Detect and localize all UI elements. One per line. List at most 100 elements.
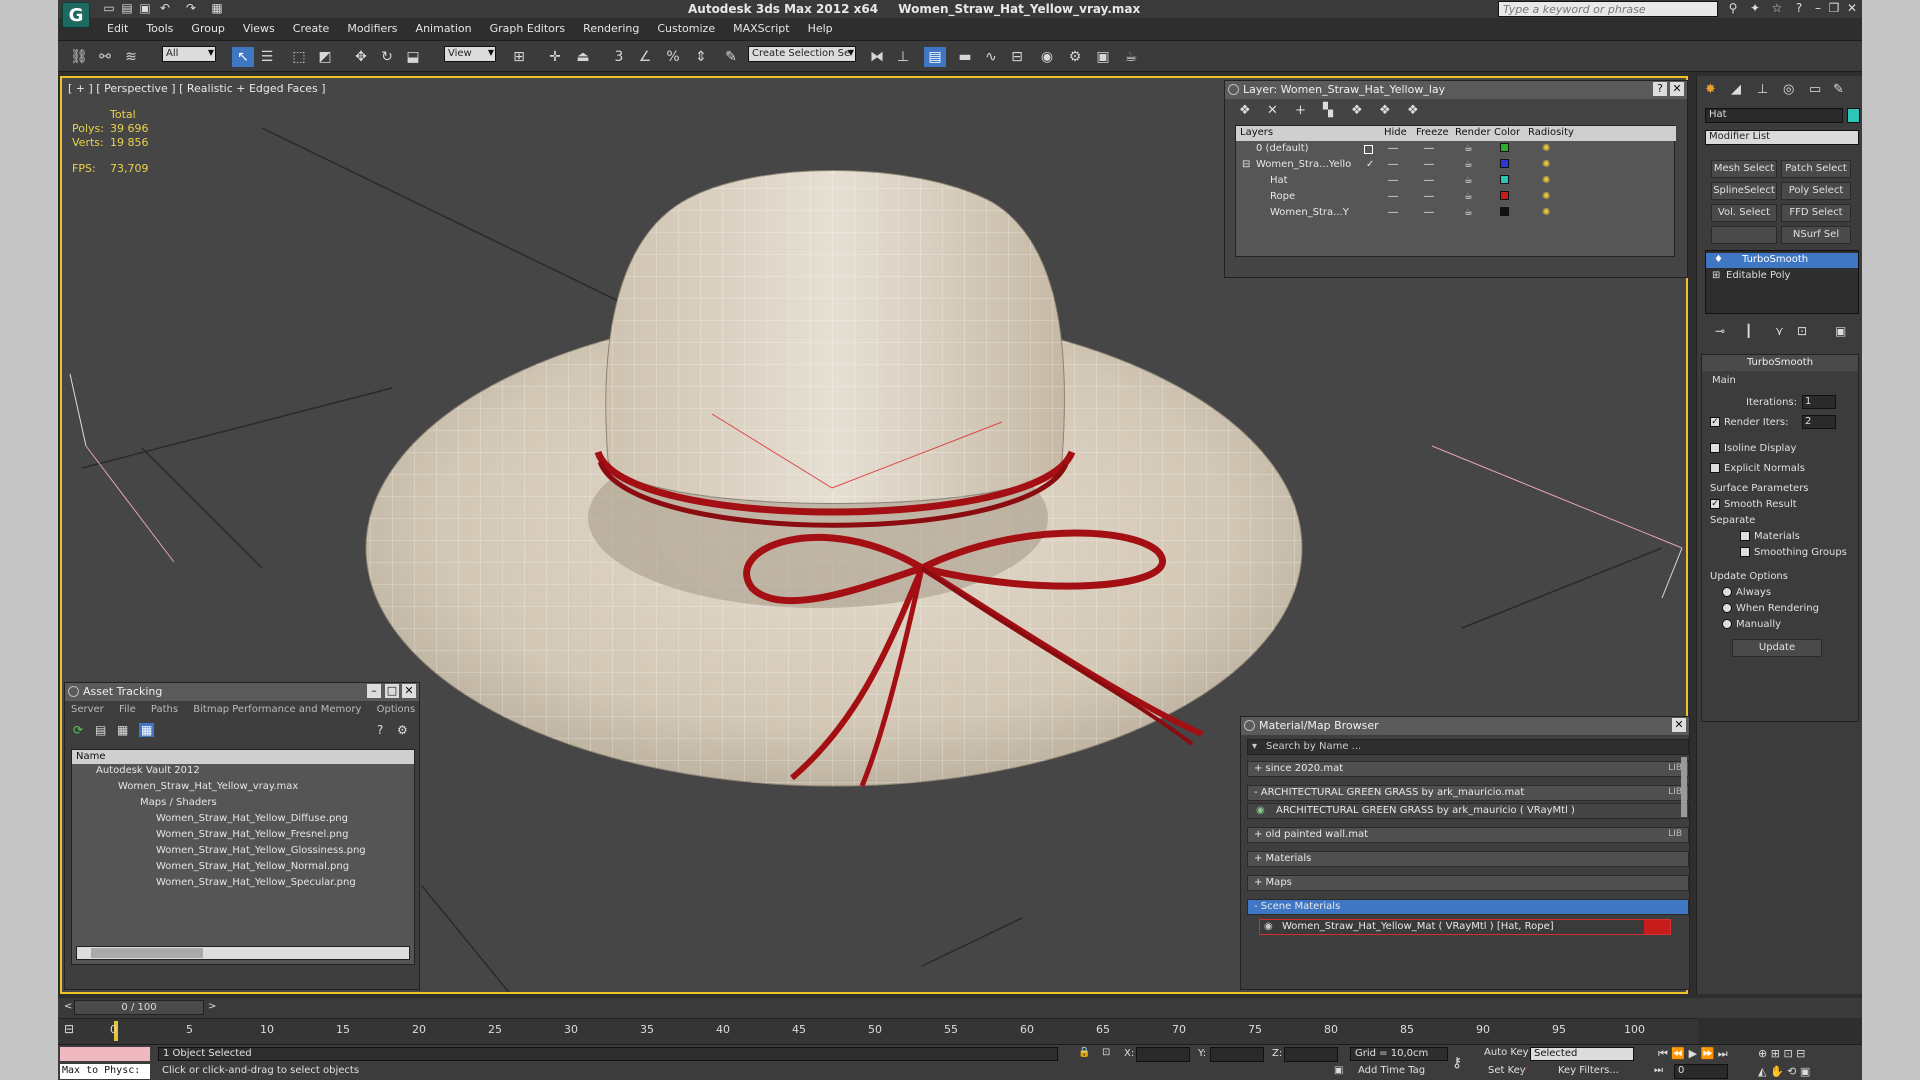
subscription-icon[interactable]: ✦ <box>1748 1 1762 15</box>
zoom-icon[interactable]: ⊕ <box>1758 1047 1767 1060</box>
curve-editor-icon[interactable]: ∿ <box>980 47 1002 67</box>
maxscript-listener-pink[interactable] <box>60 1047 150 1061</box>
pin-stack-icon[interactable]: ⊸ <box>1715 324 1725 338</box>
reference-coordinate-dropdown[interactable]: View <box>444 46 496 62</box>
asset-row-specular[interactable]: Women_Straw_Hat_Yellow_Specular.png <box>72 877 422 893</box>
spinner-snap-icon[interactable]: ⇕ <box>690 47 712 67</box>
material-women-straw-hat[interactable]: ◉ Women_Straw_Hat_Yellow_Mat ( VRayMtl ) … <box>1259 919 1671 935</box>
align-icon[interactable]: ⊥ <box>892 47 914 67</box>
at-menu-options[interactable]: Options <box>377 704 416 715</box>
at-menu-paths[interactable]: Paths <box>151 704 178 715</box>
asset-row-maps[interactable]: Maps / Shaders <box>72 797 422 813</box>
window-crossing-icon[interactable]: ◩ <box>314 47 336 67</box>
snap-toggle-icon[interactable]: 3 <box>608 47 630 67</box>
render-iters-checkbox[interactable]: ✓ <box>1710 417 1720 427</box>
render-teapot-icon[interactable]: ☕ <box>1464 143 1473 154</box>
time-slider-thumb[interactable]: 0 / 100 <box>74 1000 204 1015</box>
hide-toggle[interactable]: ― <box>1388 207 1398 218</box>
material-browser-titlebar[interactable]: Material/Map Browser ✕ <box>1241 717 1689 735</box>
restore-icon[interactable]: ❐ <box>1826 1 1842 16</box>
scale-icon[interactable]: ⬓ <box>402 47 424 67</box>
auto-key-button[interactable]: Auto Key <box>1484 1047 1529 1058</box>
binoculars-icon[interactable]: ⚲ <box>1726 1 1740 15</box>
menu-modifiers[interactable]: Modifiers <box>338 20 406 38</box>
menu-edit[interactable]: Edit <box>98 20 137 38</box>
group-maps[interactable]: + Maps <box>1247 875 1689 891</box>
layer-color-swatch[interactable] <box>1500 143 1509 152</box>
materials-checkbox[interactable] <box>1740 531 1750 541</box>
layer-dialog-close-icon[interactable]: ✕ <box>1670 82 1684 96</box>
patch-select-button[interactable]: Patch Select <box>1781 160 1851 178</box>
collapse-icon[interactable]: ⊟ <box>1242 159 1250 170</box>
hide-toggle[interactable]: ― <box>1388 143 1398 154</box>
redo-icon[interactable]: ↷ <box>184 1 198 15</box>
group-materials[interactable]: + Materials <box>1247 851 1689 867</box>
group-scene-materials[interactable]: - Scene Materials <box>1247 899 1689 915</box>
render-teapot-icon[interactable]: ☕ <box>1464 159 1473 170</box>
menu-create[interactable]: Create <box>284 20 339 38</box>
open-file-icon[interactable]: ▤ <box>120 1 134 15</box>
new-file-icon[interactable]: ▭ <box>102 1 116 15</box>
material-editor-icon[interactable]: ◉ <box>1036 47 1058 67</box>
asset-tracking-titlebar[interactable]: Asset Tracking – □ ✕ <box>65 683 419 701</box>
scrollbar-thumb[interactable] <box>91 948 203 958</box>
ffd-select-button[interactable]: FFD Select <box>1781 204 1851 222</box>
col-color[interactable]: Color <box>1494 127 1520 138</box>
radiosity-icon[interactable]: ✺ <box>1542 207 1550 218</box>
mb-scrollbar[interactable] <box>1681 757 1687 817</box>
menu-group[interactable]: Group <box>182 20 234 38</box>
y-coordinate-field[interactable] <box>1210 1047 1264 1062</box>
iterations-spinner[interactable]: 1 <box>1802 395 1836 409</box>
object-color-swatch[interactable] <box>1847 108 1860 123</box>
at-settings-icon[interactable]: ⚙ <box>397 723 408 737</box>
asset-column-name[interactable]: Name <box>72 750 414 764</box>
undo-icon[interactable]: ↶ <box>158 1 172 15</box>
stack-item-turbosmooth[interactable]: ♦ TurboSmooth <box>1706 253 1858 268</box>
layer-dialog-help-button[interactable]: ? <box>1653 82 1667 96</box>
slider-prev-icon[interactable]: < <box>64 1001 72 1012</box>
create-tab-icon[interactable]: ✸ <box>1705 82 1716 97</box>
menu-graph-editors[interactable]: Graph Editors <box>481 20 575 38</box>
radiosity-icon[interactable]: ✺ <box>1542 143 1550 154</box>
lock-selection-icon[interactable]: 🔒 <box>1078 1047 1090 1058</box>
remove-modifier-icon[interactable]: ⊡ <box>1797 324 1807 338</box>
freeze-toggle[interactable]: ― <box>1424 207 1434 218</box>
library-green-grass[interactable]: - ARCHITECTURAL GREEN GRASS by ark_mauri… <box>1247 785 1689 801</box>
freeze-toggle[interactable]: ― <box>1424 175 1434 186</box>
hierarchy-tab-icon[interactable]: ⊥ <box>1757 82 1768 97</box>
create-layer-icon[interactable]: ❖ <box>1239 103 1251 118</box>
star-icon[interactable]: ☆ <box>1770 1 1784 15</box>
maxscript-mini-listener[interactable]: Max to Physc: <box>60 1064 150 1079</box>
radiosity-icon[interactable]: ✺ <box>1542 191 1550 202</box>
spline-select-button[interactable]: SplineSelect <box>1711 182 1777 200</box>
menu-animation[interactable]: Animation <box>407 20 481 38</box>
asset-row-fresnel[interactable]: Women_Straw_Hat_Yellow_Fresnel.png <box>72 829 422 845</box>
configure-sets-icon[interactable]: ▣ <box>1835 324 1846 338</box>
unlink-icon[interactable]: ⚯ <box>94 47 116 67</box>
pan-icon[interactable]: ✋ <box>1770 1065 1784 1078</box>
menu-tools[interactable]: Tools <box>137 20 182 38</box>
bind-space-warp-icon[interactable]: ≋ <box>120 47 142 67</box>
layer-row-default[interactable]: 0 (default) ― ― ☕ ✺ <box>1236 142 1676 157</box>
isoline-checkbox[interactable] <box>1710 443 1720 453</box>
modifier-list-dropdown[interactable]: Modifier List <box>1705 130 1859 145</box>
move-icon[interactable]: ✥ <box>350 47 372 67</box>
minimize-icon[interactable]: – <box>1810 1 1826 16</box>
mb-close-icon[interactable]: ✕ <box>1672 718 1686 732</box>
keyboard-shortcut-icon[interactable]: ⏏ <box>572 47 594 67</box>
named-selection-dropdown[interactable]: Create Selection Se <box>748 46 856 62</box>
edit-named-selection-icon[interactable]: ✎ <box>720 47 742 67</box>
vol-select-button[interactable]: Vol. Select <box>1711 204 1777 222</box>
close-icon[interactable]: ✕ <box>1844 1 1860 16</box>
time-slider[interactable]: < 0 / 100 > <box>58 998 1862 1018</box>
hide-toggle[interactable]: ― <box>1388 175 1398 186</box>
render-setup-icon[interactable]: ⚙ <box>1064 47 1086 67</box>
library-since-2020[interactable]: + since 2020.mat LIB <box>1247 761 1689 777</box>
render-production-icon[interactable]: ☕ <box>1120 47 1142 67</box>
layer-row-hat[interactable]: Hat ― ― ☕ ✺ <box>1236 174 1676 189</box>
menu-customize[interactable]: Customize <box>648 20 724 38</box>
explicit-normals-checkbox[interactable] <box>1710 463 1720 473</box>
make-unique-icon[interactable]: ⋎ <box>1775 324 1784 338</box>
empty-modifier-button[interactable] <box>1711 226 1777 244</box>
library-old-painted-wall[interactable]: + old painted wall.mat LIB <box>1247 827 1689 843</box>
